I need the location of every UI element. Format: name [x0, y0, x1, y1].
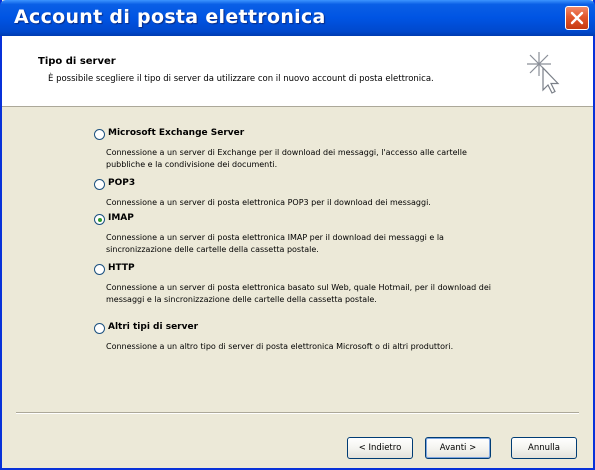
cancel-button[interactable]: Annulla — [511, 437, 577, 459]
window-title: Account di posta elettronica — [14, 6, 326, 28]
option-label[interactable]: IMAP — [108, 213, 134, 223]
option-description: Connessione a un server di posta elettro… — [106, 198, 431, 207]
radio-exchange[interactable] — [94, 129, 105, 140]
button-separator — [16, 412, 579, 414]
wizard-header: Tipo di server È possibile scegliere il … — [2, 36, 593, 107]
back-button[interactable]: < Indietro — [347, 437, 413, 459]
option-label[interactable]: POP3 — [108, 178, 135, 188]
dialog-window: Account di posta elettronica Tipo di ser… — [0, 0, 595, 470]
next-button[interactable]: Avanti > — [425, 437, 491, 459]
radio-http[interactable] — [94, 264, 105, 275]
close-button[interactable] — [565, 6, 589, 30]
close-icon — [570, 11, 584, 25]
radio-other[interactable] — [94, 323, 105, 334]
option-label[interactable]: HTTP — [108, 263, 135, 273]
option-label[interactable]: Altri tipi di server — [108, 322, 198, 332]
title-bar[interactable]: Account di posta elettronica — [0, 0, 595, 36]
option-description: Connessione a un altro tipo di server di… — [106, 342, 454, 351]
option-description: Connessione a un server di posta elettro… — [106, 283, 492, 304]
radio-pop3[interactable] — [94, 179, 105, 190]
server-type-options: Microsoft Exchange Server Connessione a … — [2, 107, 593, 412]
option-description: Connessione a un server di posta elettro… — [106, 233, 444, 254]
radio-imap[interactable] — [94, 214, 105, 225]
header-subtitle: È possibile scegliere il tipo di server … — [48, 74, 434, 84]
option-description: Connessione a un server di Exchange per … — [106, 148, 467, 169]
wizard-sparkle-cursor-icon — [527, 52, 560, 94]
header-title: Tipo di server — [38, 56, 116, 67]
option-label[interactable]: Microsoft Exchange Server — [108, 128, 244, 138]
